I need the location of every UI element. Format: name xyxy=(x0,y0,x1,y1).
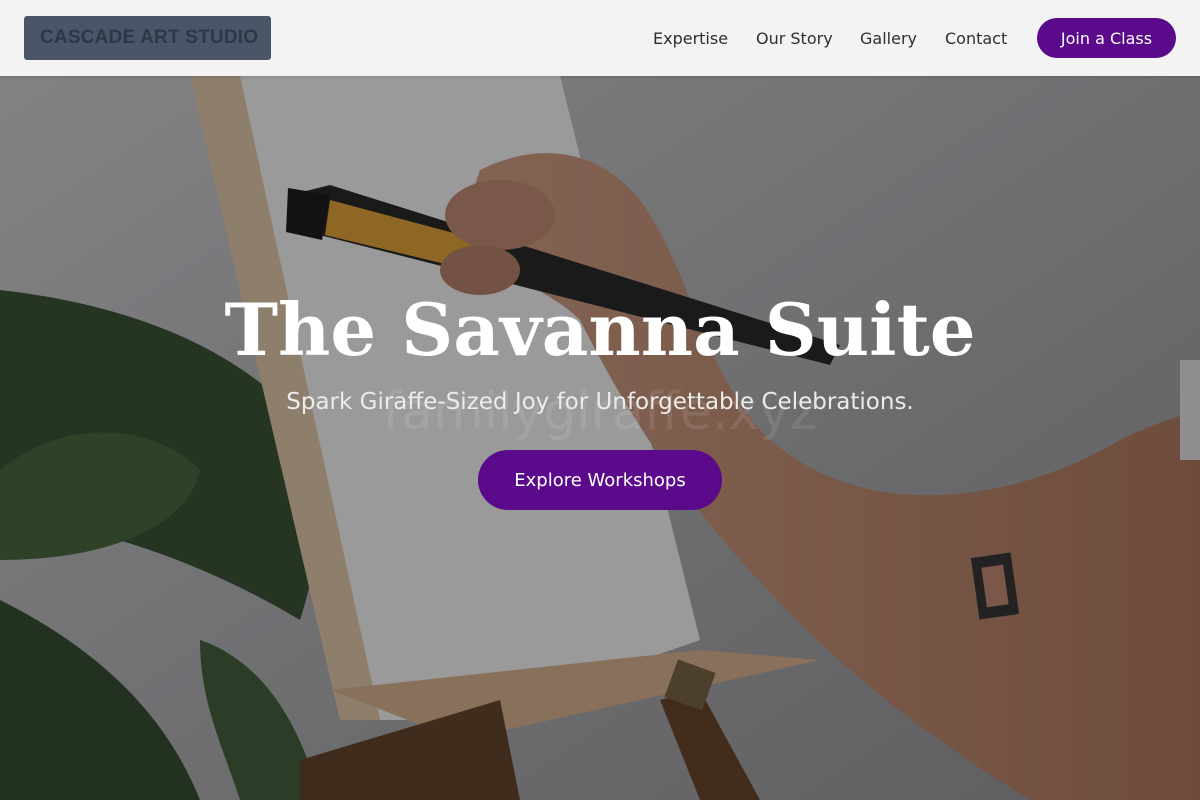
explore-workshops-button[interactable]: Explore Workshops xyxy=(478,450,722,510)
logo-text: CASCADE ART STUDIO xyxy=(40,27,259,48)
hero-subtitle: Spark Giraffe-Sized Joy for Unforgettabl… xyxy=(286,389,914,415)
nav-link-our-story[interactable]: Our Story xyxy=(756,29,833,48)
nav-link-gallery[interactable]: Gallery xyxy=(860,29,917,48)
join-class-button[interactable]: Join a Class xyxy=(1037,18,1176,58)
nav-item-our-story[interactable]: Our Story xyxy=(756,0,833,76)
nav-item-expertise[interactable]: Expertise xyxy=(653,0,728,76)
nav-link-expertise[interactable]: Expertise xyxy=(653,29,728,48)
nav-link-contact[interactable]: Contact xyxy=(945,29,1007,48)
hero-title: The Savanna Suite xyxy=(224,287,976,372)
nav-item-gallery[interactable]: Gallery xyxy=(860,0,917,76)
site-header: CASCADE ART STUDIO Expertise Our Story G… xyxy=(0,0,1200,76)
nav-item-contact[interactable]: Contact xyxy=(945,0,1007,76)
logo[interactable]: CASCADE ART STUDIO xyxy=(24,16,271,60)
hero-section: familygiraffe.xyz The Savanna Suite Spar… xyxy=(0,0,1200,800)
